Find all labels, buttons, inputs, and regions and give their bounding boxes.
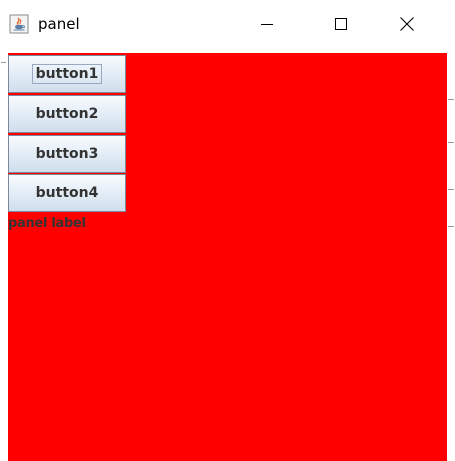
app-window: panel button1 button2 button3 button4 pa… — [0, 0, 455, 461]
close-icon — [400, 17, 414, 31]
button3[interactable]: button3 — [8, 135, 126, 173]
title-bar[interactable]: panel — [0, 0, 455, 50]
button3-label: button3 — [35, 146, 99, 162]
window-right-border — [447, 50, 455, 461]
maximize-icon — [335, 18, 347, 30]
minimize-icon — [261, 24, 273, 25]
window-title: panel — [38, 15, 80, 33]
red-panel: button1 button2 button3 button4 panel la… — [8, 53, 447, 461]
maximize-button[interactable] — [318, 8, 364, 40]
close-button[interactable] — [384, 8, 430, 40]
java-coffee-icon[interactable] — [9, 14, 29, 34]
button2-label: button2 — [35, 106, 99, 122]
button2[interactable]: button2 — [8, 95, 126, 133]
panel-label: panel label — [8, 216, 86, 231]
button1[interactable]: button1 — [8, 55, 126, 93]
button1-label: button1 — [31, 64, 103, 84]
button4[interactable]: button4 — [8, 174, 126, 212]
button4-label: button4 — [35, 185, 99, 201]
minimize-button[interactable] — [244, 8, 290, 40]
window-left-border — [0, 50, 8, 461]
